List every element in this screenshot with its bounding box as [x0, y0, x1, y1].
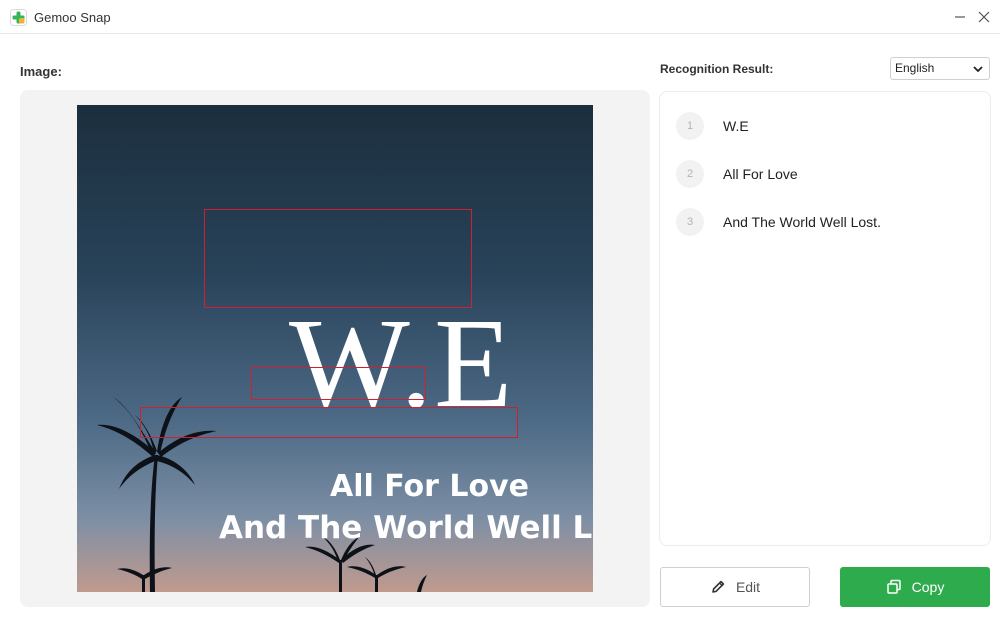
result-item-number: 3 [676, 208, 704, 236]
close-button[interactable] [973, 6, 995, 28]
result-item[interactable]: 3 And The World Well Lost. [676, 208, 976, 236]
app-title: Gemoo Snap [34, 10, 111, 25]
copy-icon [886, 579, 901, 594]
minimize-icon [955, 16, 965, 18]
language-selected-value: English [895, 61, 935, 75]
chevron-down-icon [973, 66, 983, 73]
recognition-result-panel: 1 W.E 2 All For Love 3 And The World Wel… [659, 91, 991, 546]
result-item-number: 2 [676, 160, 704, 188]
result-item-text[interactable]: All For Love [723, 166, 798, 182]
minimize-button[interactable] [949, 6, 971, 28]
ocr-highlight-box-1 [204, 209, 472, 308]
source-image: W.E All For Love And The World Well Lost… [77, 105, 593, 592]
detected-text-world-well-lost: And The World Well Lost. [219, 510, 593, 546]
edit-button[interactable]: Edit [660, 567, 810, 607]
detected-text-all-for-love: All For Love [330, 469, 529, 504]
language-select[interactable]: English [890, 57, 990, 80]
edit-button-label: Edit [735, 579, 761, 595]
copy-button[interactable]: Copy [840, 567, 990, 607]
result-item-text[interactable]: W.E [723, 118, 749, 134]
ocr-highlight-box-2 [251, 367, 426, 400]
image-section-label: Image: [20, 64, 62, 79]
result-item[interactable]: 1 W.E [676, 112, 976, 140]
recognition-result-label: Recognition Result: [660, 62, 774, 76]
title-bar: Gemoo Snap [0, 0, 1000, 34]
close-icon [978, 11, 990, 23]
app-logo-icon [10, 9, 27, 26]
copy-button-label: Copy [911, 579, 945, 595]
ocr-highlight-box-3 [140, 407, 518, 438]
pencil-icon [712, 580, 725, 593]
result-item-text[interactable]: And The World Well Lost. [723, 214, 881, 230]
result-item-number: 1 [676, 112, 704, 140]
result-item[interactable]: 2 All For Love [676, 160, 976, 188]
